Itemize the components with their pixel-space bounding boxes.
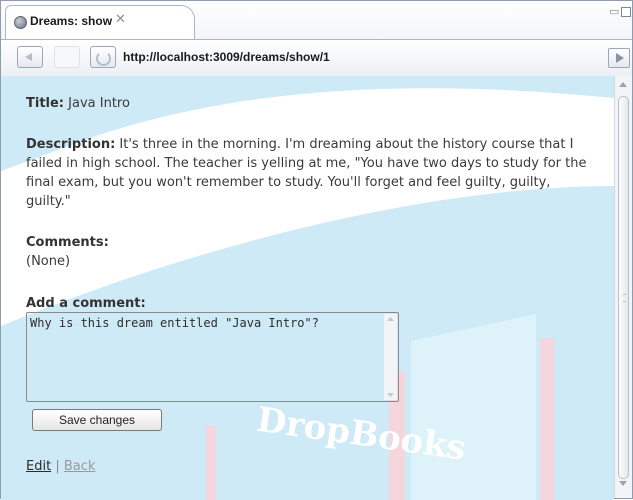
watermark-book-page	[411, 314, 536, 500]
comment-scroll-track	[384, 314, 397, 400]
tab-dreams-show[interactable]: Dreams: show ✕	[5, 5, 195, 39]
maximize-icon[interactable]	[621, 7, 631, 17]
scroll-down-icon[interactable]	[619, 481, 627, 486]
go-icon[interactable]	[608, 48, 630, 68]
tab-bar: Dreams: show ✕ ▭	[1, 1, 632, 39]
title-field: Title: Java Intro	[26, 94, 130, 113]
description-label: Description:	[26, 137, 116, 152]
add-comment-label: Add a comment:	[26, 296, 146, 311]
comment-textarea[interactable]: Why is this dream entitled "Java Intro"?	[26, 312, 399, 402]
globe-icon	[14, 16, 27, 29]
scroll-thumb[interactable]	[618, 96, 629, 479]
comment-scrollbar[interactable]	[384, 314, 397, 400]
page-scrollbar[interactable]	[614, 76, 632, 498]
refresh-icon[interactable]	[90, 46, 116, 68]
page-viewport: DropBooks Title: Java Intro Description:…	[1, 76, 614, 500]
title-label: Title:	[26, 96, 65, 111]
browser-frame: Dreams: show ✕ ▭ DropBooks Title: Java I…	[0, 0, 633, 500]
title-value: Java Intro	[68, 96, 130, 111]
minimize-icon[interactable]: ▭	[609, 5, 619, 18]
tab-title: Dreams: show	[30, 14, 113, 28]
scroll-grip-icon	[623, 294, 626, 302]
watermark-book-pink	[540, 338, 554, 500]
url-input[interactable]	[119, 45, 615, 69]
forward-icon[interactable]	[54, 46, 80, 68]
watermark-book-pink	[206, 426, 216, 500]
close-icon[interactable]: ✕	[115, 12, 126, 27]
comments-value: (None)	[26, 254, 71, 269]
link-separator: |	[55, 459, 60, 474]
page-links: Edit | Back	[26, 457, 95, 476]
description-field: Description: It's three in the morning. …	[26, 135, 598, 211]
back-link[interactable]: Back	[64, 459, 96, 474]
scroll-up-icon[interactable]	[619, 82, 627, 87]
back-icon[interactable]	[17, 46, 43, 68]
comments-label: Comments:	[26, 235, 109, 250]
browser-toolbar	[1, 39, 632, 77]
edit-link[interactable]: Edit	[26, 459, 51, 474]
save-changes-button[interactable]: Save changes	[32, 409, 162, 431]
